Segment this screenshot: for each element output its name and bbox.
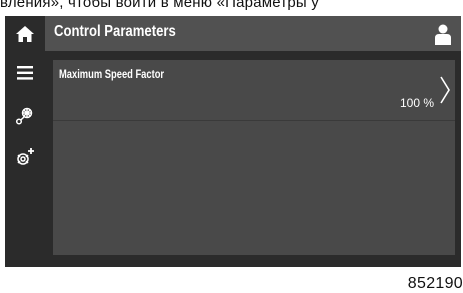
menu-icon[interactable]: [5, 66, 45, 80]
sidebar: [5, 16, 45, 267]
controller-screen: Control Parameters Maximum Speed Factor …: [5, 16, 461, 267]
chevron-right-icon[interactable]: [438, 75, 452, 105]
user-button[interactable]: [433, 23, 453, 45]
user-icon: [435, 24, 451, 45]
home-button[interactable]: [5, 16, 45, 51]
gear-network-icon[interactable]: [5, 106, 45, 126]
gear-plus-icon[interactable]: [5, 146, 45, 168]
parameter-row-max-speed-factor[interactable]: Maximum Speed Factor 100 %: [53, 60, 455, 121]
page-title: Control Parameters: [54, 23, 176, 40]
parameter-label: Maximum Speed Factor: [59, 67, 165, 81]
header-bar: Control Parameters: [45, 16, 461, 51]
parameter-value: 100 %: [399, 96, 434, 110]
figure-caption: вления», чтобы войти в меню «Параметры у: [0, 0, 319, 10]
home-icon: [16, 25, 34, 42]
figure-code: 852190: [407, 275, 463, 292]
parameter-list: Maximum Speed Factor 100 %: [53, 60, 455, 255]
